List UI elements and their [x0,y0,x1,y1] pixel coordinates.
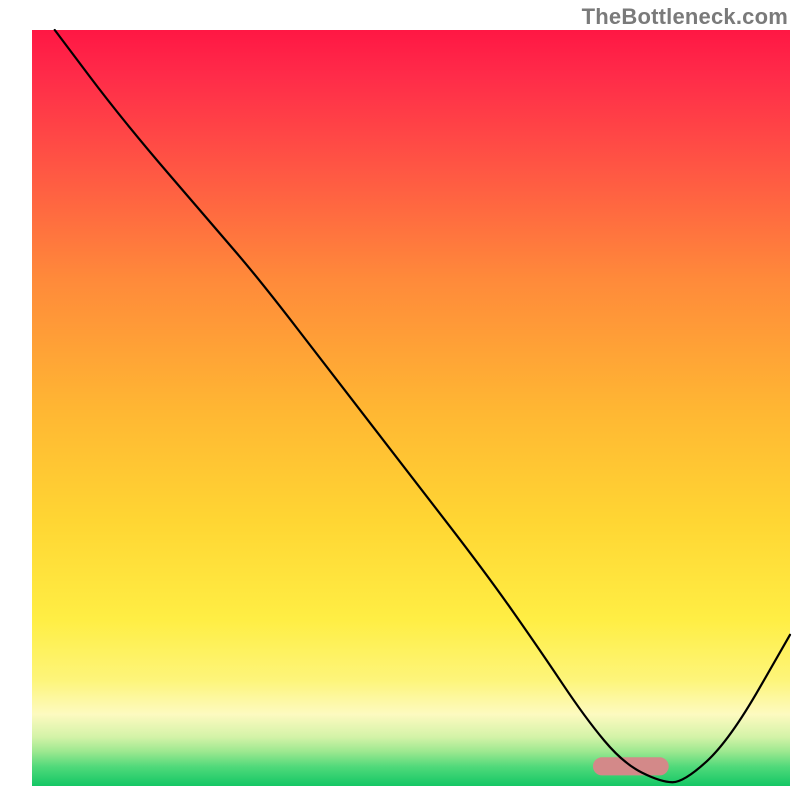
bottleneck-chart: TheBottleneck.com [0,0,800,800]
watermark-label: TheBottleneck.com [582,4,788,30]
gradient-background [32,30,790,786]
chart-canvas [0,0,800,800]
